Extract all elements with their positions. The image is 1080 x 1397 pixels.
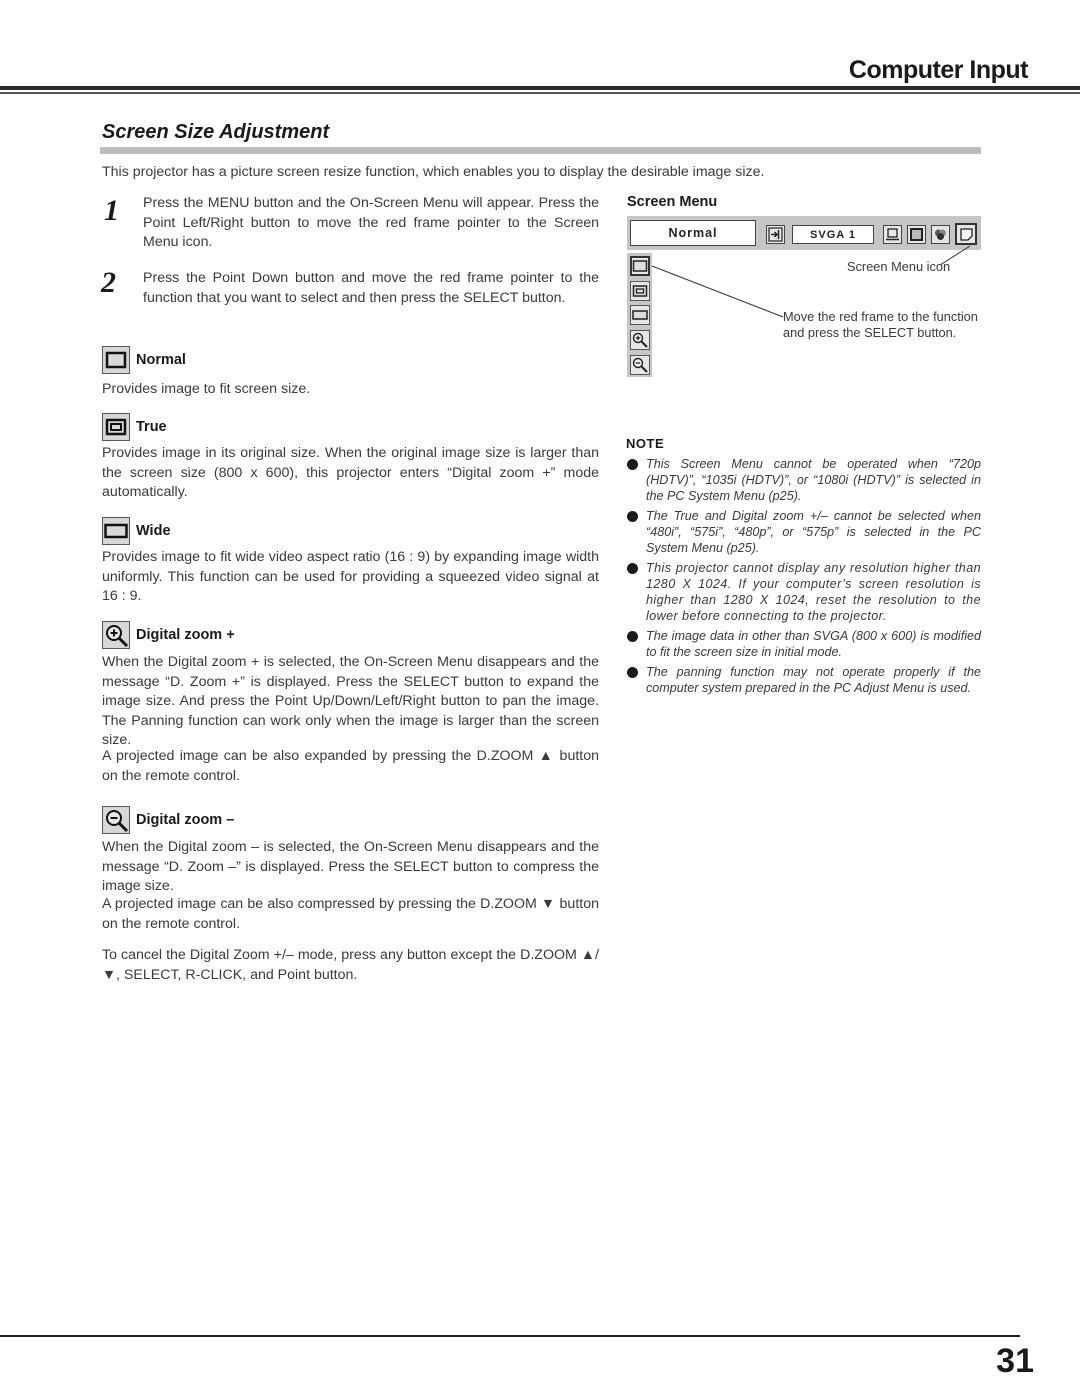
- note-item: The panning function may not operate pro…: [627, 664, 981, 696]
- function-label: True: [136, 419, 167, 435]
- step-number: 2: [101, 266, 116, 299]
- function-label: Normal: [136, 352, 186, 368]
- bullet-icon: [627, 667, 638, 678]
- function-normal-heading: Normal: [102, 346, 186, 374]
- function-description: When the Digital zoom – is selected, the…: [102, 839, 599, 894]
- callout-screen-menu-icon: Screen Menu icon: [847, 259, 951, 274]
- step-number: 1: [104, 194, 119, 227]
- step-text: Press the MENU button and the On-Screen …: [143, 195, 599, 250]
- header-rule: [0, 86, 1080, 90]
- section-intro: This projector has a picture screen resi…: [102, 164, 765, 180]
- function-label: Wide: [136, 523, 171, 539]
- function-label: Digital zoom –: [136, 812, 235, 828]
- zoom-in-icon: [102, 621, 130, 649]
- true-screen-icon: [102, 413, 130, 441]
- function-zoom-in-heading: Digital zoom +: [102, 621, 235, 649]
- function-description-extra: A projected image can be also expanded b…: [102, 748, 599, 784]
- chapter-title: Computer Input: [848, 56, 1029, 84]
- function-description: Provides image to fit wide video aspect …: [102, 549, 599, 604]
- wide-screen-icon: [102, 517, 130, 545]
- menu-option-zoom-in-icon: [630, 330, 650, 350]
- bullet-icon: [627, 459, 638, 470]
- bullet-icon: [627, 511, 638, 522]
- function-wide-heading: Wide: [102, 517, 171, 545]
- section-title: Screen Size Adjustment: [102, 121, 330, 143]
- zoom-out-icon: [102, 806, 130, 834]
- function-true-heading: True: [102, 413, 167, 441]
- cancel-instructions: To cancel the Digital Zoom +/– mode, pre…: [102, 947, 599, 983]
- function-label: Digital zoom +: [136, 627, 235, 643]
- menu-option-zoom-out-icon: [630, 355, 650, 375]
- bullet-icon: [627, 563, 638, 574]
- function-description: When the Digital zoom + is selected, the…: [102, 654, 599, 748]
- note-item: The image data in other than SVGA (800 x…: [627, 628, 981, 660]
- bullet-icon: [627, 631, 638, 642]
- note-list: This Screen Menu cannot be operated when…: [627, 456, 981, 696]
- note-item: This projector cannot display any resolu…: [627, 560, 981, 624]
- page-number: 31: [996, 1342, 1034, 1380]
- function-zoom-out-heading: Digital zoom –: [102, 806, 234, 834]
- step-text: Press the Point Down button and move the…: [143, 270, 599, 306]
- note-title: NOTE: [626, 436, 665, 451]
- normal-screen-icon: [102, 346, 130, 374]
- note-item: The True and Digital zoom +/– cannot be …: [627, 508, 981, 556]
- function-description: Provides image to fit screen size.: [102, 381, 311, 397]
- section-title-bar: [100, 147, 981, 154]
- callout-red-frame: Move the red frame to the function and p…: [783, 309, 978, 340]
- note-item: This Screen Menu cannot be operated when…: [627, 456, 981, 504]
- function-description: Provides image in its original size. Whe…: [102, 445, 599, 500]
- screen-menu-title: Screen Menu: [627, 194, 718, 210]
- function-description-extra: A projected image can be also compressed…: [102, 896, 599, 932]
- footer-rule: [0, 1335, 1020, 1337]
- header-rule-thin: [0, 92, 1080, 94]
